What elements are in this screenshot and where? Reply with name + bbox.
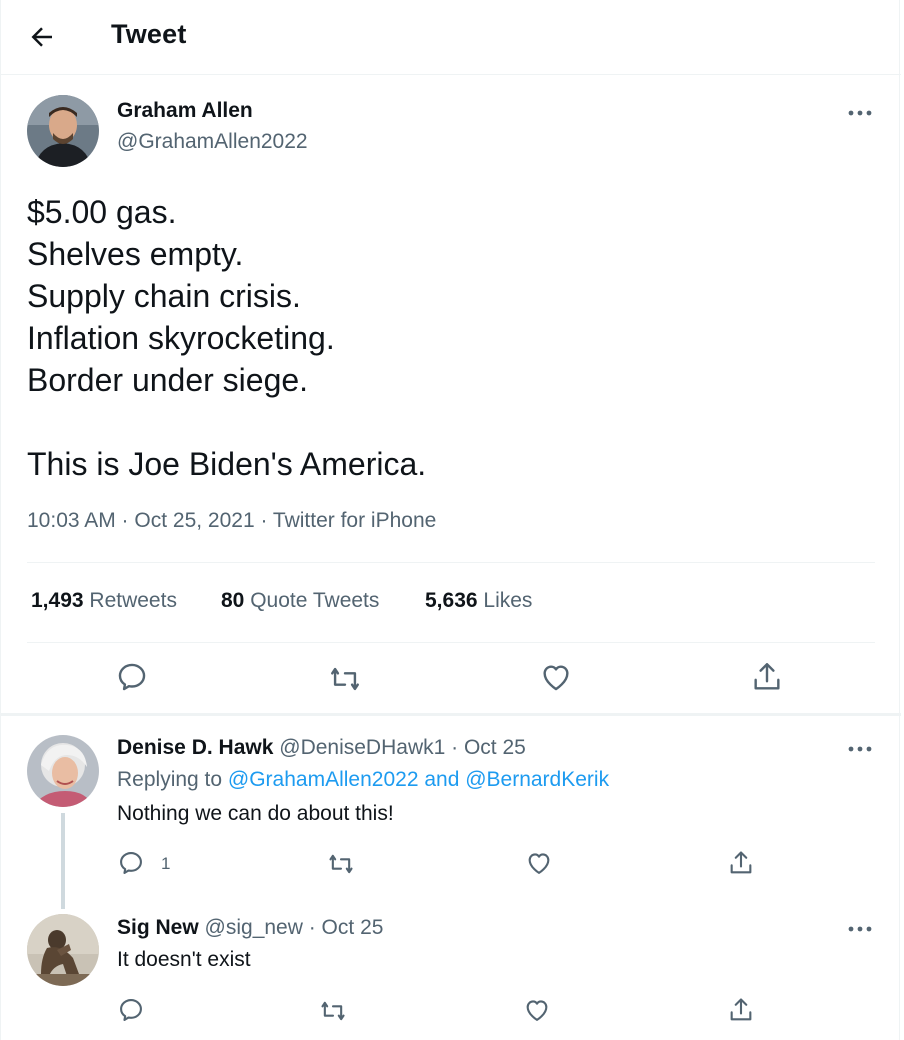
more-icon[interactable] xyxy=(847,744,873,754)
more-icon[interactable] xyxy=(847,924,873,934)
replying-links[interactable]: @GrahamAllen2022 and @BernardKerik xyxy=(228,768,609,791)
likes-stat[interactable]: 5,636 Likes xyxy=(425,589,532,613)
reply-handle-date[interactable]: @sig_new · Oct 25 xyxy=(205,916,384,939)
arrow-left-icon[interactable] xyxy=(27,22,57,52)
reply-header: Sig New @sig_new · Oct 25 xyxy=(117,916,383,940)
retweets-label: Retweets xyxy=(89,589,177,612)
tweet-text-line xyxy=(27,401,867,443)
tweet-text-line: Shelves empty. xyxy=(27,236,244,272)
reply-count: 1 xyxy=(161,854,171,873)
tweet-text-line: $5.00 gas. xyxy=(27,194,177,230)
quotes-count: 80 xyxy=(221,589,245,612)
reply-icon[interactable] xyxy=(115,660,149,694)
thread-line xyxy=(61,813,65,909)
reply-header: Denise D. Hawk @DeniseDHawk1 · Oct 25 xyxy=(117,736,526,760)
divider xyxy=(27,562,875,563)
like-icon[interactable] xyxy=(525,849,553,877)
like-icon[interactable] xyxy=(523,996,551,1024)
reply-author-name[interactable]: Denise D. Hawk xyxy=(117,736,273,759)
tweet-timestamp[interactable]: 10:03 AM · Oct 25, 2021 · Twitter for iP… xyxy=(27,509,436,533)
reply-avatar[interactable] xyxy=(27,735,99,807)
quote-tweets-stat[interactable]: 80 Quote Tweets xyxy=(221,589,379,613)
page-header: Tweet xyxy=(1,0,901,75)
reply-text: It doesn't exist xyxy=(117,948,251,971)
author-name[interactable]: Graham Allen xyxy=(117,99,253,123)
reply-icon[interactable] xyxy=(117,996,145,1024)
author-avatar[interactable] xyxy=(27,95,99,167)
share-icon[interactable] xyxy=(750,660,784,694)
divider xyxy=(27,642,875,643)
tweet-page: Tweet Graham Allen @GrahamAllen2022 $5.0… xyxy=(0,0,901,1040)
replying-prefix: Replying to xyxy=(117,768,223,791)
like-icon[interactable] xyxy=(539,660,573,694)
tweet-text-line: This is Joe Biden's America. xyxy=(27,446,427,482)
page-title: Tweet xyxy=(111,19,187,49)
retweet-icon[interactable] xyxy=(328,662,362,696)
share-icon[interactable] xyxy=(727,996,755,1024)
share-icon[interactable] xyxy=(727,849,755,877)
more-icon[interactable] xyxy=(847,108,873,118)
tweet-text: $5.00 gas. Shelves empty. Supply chain c… xyxy=(27,191,867,485)
author-handle[interactable]: @GrahamAllen2022 xyxy=(117,130,308,154)
likes-label: Likes xyxy=(483,589,533,612)
reply-author-name[interactable]: Sig New xyxy=(117,916,199,939)
retweet-icon[interactable] xyxy=(327,850,355,878)
likes-count: 5,636 xyxy=(425,589,478,612)
section-divider xyxy=(1,713,901,716)
reply-handle-date[interactable]: @DeniseDHawk1 · Oct 25 xyxy=(279,736,526,759)
replying-to: Replying to @GrahamAllen2022 and @Bernar… xyxy=(117,768,609,792)
reply-icon[interactable] xyxy=(117,849,145,877)
tweet-text-line: Border under siege. xyxy=(27,362,309,398)
tweet-text-line: Supply chain crisis. xyxy=(27,278,301,314)
reply-avatar[interactable] xyxy=(27,914,99,986)
retweets-stat[interactable]: 1,493 Retweets xyxy=(31,589,177,613)
reply-text: Nothing we can do about this! xyxy=(117,802,394,825)
tweet-text-line: Inflation skyrocketing. xyxy=(27,320,335,356)
retweets-count: 1,493 xyxy=(31,589,84,612)
retweet-icon[interactable] xyxy=(319,997,347,1025)
quotes-label: Quote Tweets xyxy=(250,589,380,612)
